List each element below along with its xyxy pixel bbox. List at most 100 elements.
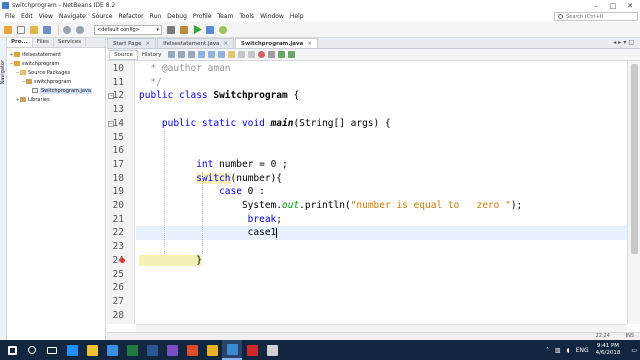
uncomment-icon[interactable] [288, 51, 296, 58]
close-tab-icon[interactable]: ✕ [223, 41, 228, 47]
menu-profile[interactable]: Profile [190, 13, 215, 20]
tree-item[interactable]: + ifelsestatement [7, 50, 105, 59]
code-editor[interactable]: * @author aman */public class Switchprog… [136, 61, 627, 324]
code-line[interactable] [136, 281, 627, 295]
tree-item[interactable]: − Source Packages [7, 68, 105, 77]
close-tab-icon[interactable]: ✕ [146, 41, 151, 47]
taskbar-button[interactable] [22, 340, 42, 360]
code-line[interactable]: break; [136, 213, 627, 227]
tab-services[interactable]: Services [54, 38, 87, 47]
menu-source[interactable]: Source [89, 13, 116, 20]
code-line[interactable] [136, 309, 627, 323]
tree-item[interactable]: + Libraries [7, 95, 105, 104]
chevron-up-icon[interactable]: ˄ [546, 347, 549, 354]
taskbar-button[interactable] [222, 340, 242, 360]
language-indicator[interactable]: ENG [576, 347, 589, 354]
code-line[interactable]: switch(number){ [136, 172, 627, 186]
close-button[interactable]: ✕ [622, 0, 638, 11]
find-previous-icon[interactable] [208, 51, 216, 58]
taskbar-button[interactable] [182, 340, 202, 360]
code-line[interactable] [136, 240, 627, 254]
menu-team[interactable]: Team [215, 13, 237, 20]
history-view-button[interactable]: History [138, 50, 166, 60]
code-line[interactable]: */ [136, 76, 627, 90]
code-line[interactable] [136, 131, 627, 145]
profile-button[interactable] [218, 25, 228, 35]
code-line[interactable] [136, 144, 627, 158]
menu-edit[interactable]: Edit [18, 13, 36, 20]
network-icon[interactable]: ▥ [555, 347, 561, 354]
taskbar-button[interactable] [142, 340, 162, 360]
menu-refactor[interactable]: Refactor [115, 13, 146, 20]
taskbar-button[interactable] [82, 340, 102, 360]
taskbar-button[interactable] [162, 340, 182, 360]
taskbar-button[interactable] [2, 340, 22, 360]
code-line[interactable] [136, 268, 627, 282]
new-file-button[interactable] [16, 25, 26, 35]
save-all-button[interactable] [42, 25, 52, 35]
taskbar-button[interactable] [42, 340, 62, 360]
shift-left-icon[interactable] [238, 51, 246, 58]
start-macro-icon[interactable] [258, 51, 266, 58]
menu-view[interactable]: View [36, 13, 56, 20]
back-icon[interactable] [178, 51, 186, 58]
code-line[interactable] [136, 103, 627, 117]
run-button[interactable] [192, 25, 202, 35]
notifications-icon[interactable]: ▭ [631, 347, 637, 354]
code-line[interactable] [136, 295, 627, 309]
config-select[interactable]: <default config> ▾ [94, 24, 162, 35]
debug-button[interactable] [205, 25, 215, 35]
code-line[interactable]: } [136, 254, 627, 268]
undo-button[interactable] [62, 25, 72, 35]
taskbar-button[interactable] [102, 340, 122, 360]
code-line[interactable]: * @author aman [136, 62, 627, 76]
line-number-gutter[interactable]: 10 11 12−13 14−15 16 17 18 19 20 21 22 23 24 25 26 27 28 [107, 61, 135, 324]
open-project-button[interactable] [29, 25, 39, 35]
comment-icon[interactable] [278, 51, 286, 58]
scroll-thumb[interactable] [631, 64, 638, 254]
volume-icon[interactable]: ◖ [567, 347, 570, 354]
close-tab-icon[interactable]: ✕ [307, 41, 312, 47]
code-line[interactable]: public static void main(String[] args) { [136, 117, 627, 131]
search-input[interactable] [566, 13, 636, 20]
new-project-button[interactable] [3, 25, 13, 35]
taskbar-button[interactable] [62, 340, 82, 360]
menu-navigate[interactable]: Navigate [56, 13, 89, 20]
menu-window[interactable]: Window [257, 13, 287, 20]
tree-item[interactable]: Switchprogram.java [7, 86, 105, 95]
menu-tools[interactable]: Tools [236, 13, 257, 20]
fold-toggle-icon[interactable]: − [108, 120, 114, 127]
taskbar-button[interactable] [122, 340, 142, 360]
navigator-strip[interactable]: Navigator [0, 38, 7, 340]
tab-controls[interactable]: ◂▸▾□ [613, 39, 636, 46]
taskbar-button[interactable] [202, 340, 222, 360]
forward-icon[interactable] [188, 51, 196, 58]
editor-tab-start-page[interactable]: Start Page ✕ [107, 38, 157, 48]
menu-file[interactable]: File [2, 13, 18, 20]
code-line[interactable]: case1 [136, 226, 627, 241]
menu-help[interactable]: Help [287, 13, 307, 20]
editor-tab-switchprogram[interactable]: Switchprogram.java ✕ [235, 38, 318, 48]
maximize-button[interactable]: □ [605, 0, 621, 11]
find-next-icon[interactable] [218, 51, 226, 58]
code-line[interactable]: int number = 0 ; [136, 158, 627, 172]
clock[interactable]: 9:41 PM 4/6/2018 [596, 343, 621, 357]
menu-debug[interactable]: Debug [164, 13, 190, 20]
editor-tab-ifelsestatement[interactable]: Ifelsestatement.java ✕ [157, 38, 235, 48]
tree-item[interactable]: − switchprogram [7, 59, 105, 68]
tab-files[interactable]: Files [33, 38, 54, 47]
taskbar-button[interactable] [262, 340, 282, 360]
minimize-button[interactable]: – [588, 0, 604, 11]
find-icon[interactable] [198, 51, 206, 58]
code-line[interactable]: System.out.println("number is equal to z… [136, 199, 627, 213]
tree-item[interactable]: − switchprogram [7, 77, 105, 86]
taskbar-button[interactable] [242, 340, 262, 360]
menu-run[interactable]: Run [147, 13, 165, 20]
clean-build-button[interactable] [179, 25, 189, 35]
error-marker-icon[interactable] [120, 257, 125, 263]
stop-macro-icon[interactable] [268, 51, 276, 58]
toggle-highlight-icon[interactable] [228, 51, 236, 58]
last-edit-icon[interactable] [168, 51, 176, 58]
shift-right-icon[interactable] [248, 51, 256, 58]
build-button[interactable] [166, 25, 176, 35]
